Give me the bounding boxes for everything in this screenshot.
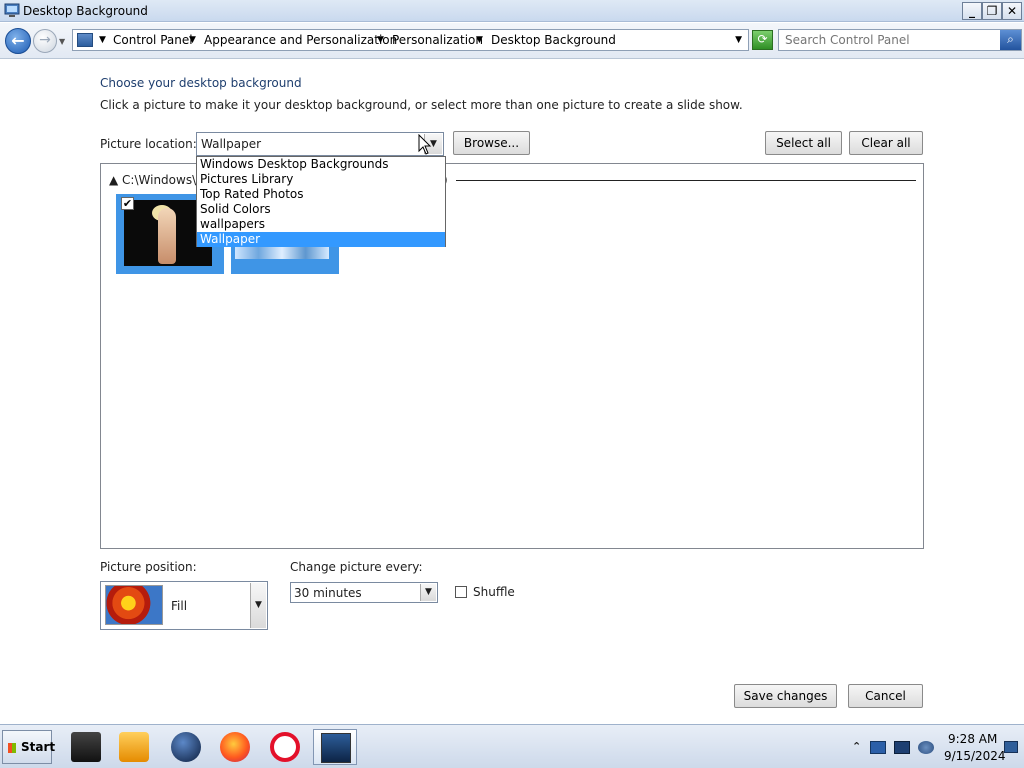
wallpaper-image (235, 247, 329, 259)
control-panel-icon (77, 33, 93, 47)
thumbnail-checkbox[interactable]: ✔ (121, 197, 134, 210)
group-divider (456, 180, 916, 181)
taskbar-app[interactable] (64, 729, 108, 765)
clock-time[interactable]: 9:28 AM (948, 732, 997, 746)
taskbar-app[interactable] (164, 729, 208, 765)
close-button[interactable]: ✕ (1002, 2, 1022, 20)
firefox-icon (220, 732, 250, 762)
position-preview-image (105, 585, 163, 625)
breadcrumb-arrow-icon[interactable]: ▼ (377, 35, 384, 45)
breadcrumb-control-panel[interactable]: Control Panel (113, 33, 193, 47)
taskbar-app-active[interactable] (313, 729, 357, 765)
group-header[interactable]: ▲ C:\Windows\F (109, 173, 203, 187)
taskbar: Start ⌃ 9:28 AM 9/15/2024 (0, 724, 1024, 768)
location-option-wallpapers-lower[interactable]: wallpapers (197, 217, 445, 232)
breadcrumb-appearance[interactable]: Appearance and Personalization (204, 33, 397, 47)
shuffle-checkbox[interactable] (455, 586, 467, 598)
save-changes-button[interactable]: Save changes (734, 684, 837, 708)
show-hidden-icons-icon[interactable]: ⌃ (852, 740, 861, 753)
location-option-top-rated[interactable]: Top Rated Photos (197, 187, 445, 202)
location-option-wallpaper[interactable]: Wallpaper (197, 232, 445, 247)
recent-pages-dropdown-icon[interactable]: ▼ (59, 37, 65, 46)
box-app-icon (71, 732, 101, 762)
select-all-button[interactable]: Select all (765, 131, 842, 155)
clear-all-button[interactable]: Clear all (849, 131, 923, 155)
group-path: C:\Windows\F (122, 173, 204, 187)
cancel-button[interactable]: Cancel (848, 684, 923, 708)
taskbar-app[interactable] (112, 729, 156, 765)
restore-button[interactable]: ❐ (982, 2, 1002, 20)
picture-location-value: Wallpaper (201, 137, 262, 151)
picture-position-label: Picture position: (100, 560, 197, 574)
opera-icon (270, 732, 300, 762)
page-instructions: Click a picture to make it your desktop … (100, 98, 743, 112)
back-arrow-icon[interactable]: ← (5, 28, 31, 54)
browse-button[interactable]: Browse... (453, 131, 530, 155)
picture-location-combobox[interactable]: Wallpaper ▼ (196, 132, 444, 156)
network-icon[interactable] (870, 741, 886, 754)
change-interval-combobox[interactable]: 30 minutes ▼ (290, 582, 438, 603)
location-option-windows-backgrounds[interactable]: Windows Desktop Backgrounds (197, 157, 445, 172)
forward-arrow-icon[interactable]: → (33, 29, 57, 53)
system-tray: ⌃ 9:28 AM 9/15/2024 (848, 729, 1024, 765)
monitor-icon[interactable] (894, 741, 910, 754)
picture-location-label: Picture location: (100, 137, 197, 151)
page-heading: Choose your desktop background (100, 76, 302, 90)
address-history-dropdown-icon[interactable]: ▼ (735, 35, 742, 45)
taskbar-app[interactable] (213, 729, 257, 765)
clock-date[interactable]: 9/15/2024 (944, 749, 1006, 763)
minimize-button[interactable]: _ (962, 2, 982, 20)
search-box[interactable]: ⌕ (778, 29, 1022, 51)
picture-position-value: Fill (171, 599, 188, 613)
change-interval-value: 30 minutes (294, 586, 362, 600)
shuffle-label[interactable]: Shuffle (473, 585, 515, 599)
volume-icon[interactable] (918, 741, 934, 754)
breadcrumb-arrow-icon[interactable]: ▼ (476, 35, 483, 45)
breadcrumb-arrow-icon[interactable]: ▼ (189, 35, 196, 45)
control-panel-icon (4, 3, 20, 17)
breadcrumb-arrow-icon[interactable]: ▼ (99, 35, 106, 45)
start-button[interactable]: Start (2, 730, 56, 764)
title-bar: Desktop Background _ ❐ ✕ (0, 0, 1024, 22)
search-icon[interactable]: ⌕ (1000, 30, 1021, 50)
show-desktop-icon[interactable] (1004, 741, 1018, 753)
navigation-bar: ← → ▼ ▼ Control Panel ▼ Appearance and P… (0, 23, 1024, 59)
media-player-icon (119, 732, 149, 762)
globe-icon (171, 732, 201, 762)
address-bar[interactable]: ▼ Control Panel ▼ Appearance and Persona… (72, 29, 749, 51)
location-option-solid-colors[interactable]: Solid Colors (197, 202, 445, 217)
breadcrumb-personalization[interactable]: Personalization (392, 33, 483, 47)
breadcrumb-desktop-background[interactable]: Desktop Background (491, 33, 616, 47)
mouse-cursor-icon (418, 134, 432, 155)
chevron-down-icon[interactable]: ▼ (250, 583, 266, 628)
refresh-icon[interactable]: ⟳ (752, 30, 773, 50)
search-input[interactable] (785, 33, 995, 47)
window-title: Desktop Background (23, 4, 148, 18)
change-picture-label: Change picture every: (290, 560, 423, 574)
taskbar-app[interactable] (263, 729, 307, 765)
start-label: Start (21, 740, 56, 754)
picture-location-dropdown-list: Windows Desktop Backgrounds Pictures Lib… (196, 156, 446, 247)
picture-position-combobox[interactable]: Fill ▼ (100, 581, 268, 630)
windows-logo-icon (8, 743, 16, 753)
location-option-pictures-library[interactable]: Pictures Library (197, 172, 445, 187)
chevron-down-icon[interactable]: ▼ (420, 584, 436, 601)
window-icon (321, 733, 351, 763)
